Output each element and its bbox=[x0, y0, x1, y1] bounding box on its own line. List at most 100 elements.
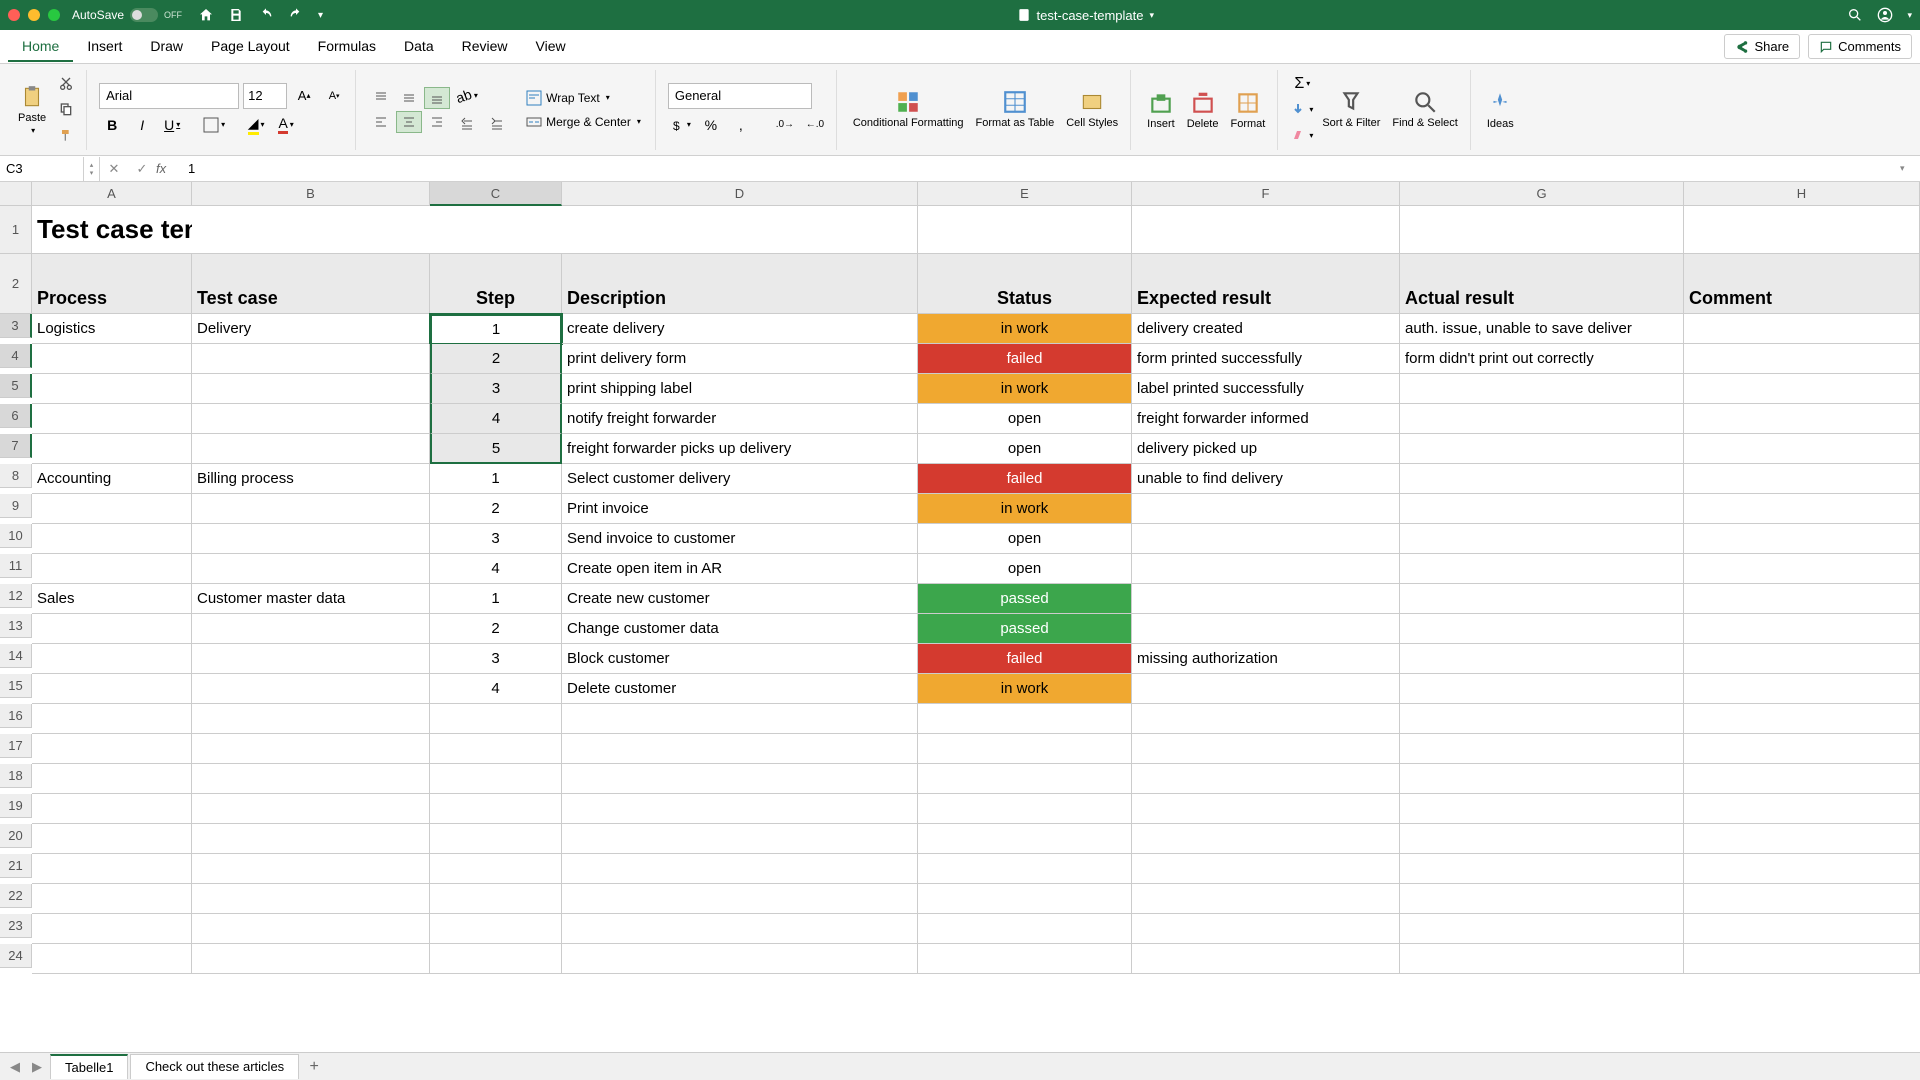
cell[interactable] bbox=[1400, 206, 1684, 254]
cell[interactable]: Delete customer bbox=[562, 674, 918, 704]
cell[interactable]: freight forwarder informed bbox=[1132, 404, 1400, 434]
menu-draw[interactable]: Draw bbox=[136, 32, 197, 62]
cell[interactable] bbox=[1684, 854, 1920, 884]
header-cell[interactable]: Comment bbox=[1684, 254, 1920, 314]
cell[interactable] bbox=[1400, 914, 1684, 944]
cell[interactable] bbox=[1132, 704, 1400, 734]
redo-icon[interactable] bbox=[288, 7, 304, 23]
column-header[interactable]: F bbox=[1132, 182, 1400, 206]
cell[interactable] bbox=[192, 944, 430, 974]
cell[interactable] bbox=[1684, 674, 1920, 704]
cell[interactable] bbox=[562, 824, 918, 854]
cell[interactable]: Logistics bbox=[32, 314, 192, 344]
cell[interactable] bbox=[1400, 374, 1684, 404]
cell[interactable]: failed bbox=[918, 464, 1132, 494]
cell[interactable] bbox=[192, 914, 430, 944]
cell[interactable] bbox=[192, 794, 430, 824]
decrease-decimal-button[interactable]: ←.0 bbox=[802, 113, 828, 137]
cell[interactable]: unable to find delivery bbox=[1132, 464, 1400, 494]
title-dropdown-icon[interactable]: ▾ bbox=[1149, 10, 1154, 21]
name-box-dropdown[interactable]: ▴▾ bbox=[84, 157, 100, 181]
cell[interactable]: 3 bbox=[430, 374, 562, 404]
cell[interactable]: in work bbox=[918, 374, 1132, 404]
row-header[interactable]: 16 bbox=[0, 704, 32, 728]
row-header[interactable]: 20 bbox=[0, 824, 32, 848]
bold-button[interactable]: B bbox=[99, 113, 125, 137]
cell[interactable]: in work bbox=[918, 674, 1132, 704]
cell[interactable]: 2 bbox=[430, 344, 562, 374]
cell[interactable] bbox=[192, 206, 430, 254]
cell[interactable] bbox=[430, 884, 562, 914]
cell[interactable] bbox=[430, 914, 562, 944]
cell[interactable] bbox=[1684, 734, 1920, 764]
cell[interactable] bbox=[1684, 794, 1920, 824]
cell[interactable] bbox=[192, 764, 430, 794]
user-dropdown-icon[interactable]: ▾ bbox=[1907, 10, 1912, 21]
cell[interactable]: 1 bbox=[430, 464, 562, 494]
cell[interactable] bbox=[1132, 734, 1400, 764]
cell[interactable]: Select customer delivery bbox=[562, 464, 918, 494]
cell[interactable] bbox=[1132, 554, 1400, 584]
save-icon[interactable] bbox=[228, 7, 244, 23]
cell[interactable] bbox=[1132, 524, 1400, 554]
cell[interactable] bbox=[1400, 674, 1684, 704]
percent-button[interactable]: % bbox=[698, 113, 724, 137]
cell[interactable] bbox=[562, 944, 918, 974]
font-name-select[interactable] bbox=[99, 83, 239, 109]
cell[interactable]: Send invoice to customer bbox=[562, 524, 918, 554]
cell[interactable]: Accounting bbox=[32, 464, 192, 494]
cell[interactable] bbox=[430, 704, 562, 734]
name-box[interactable]: C3 bbox=[0, 157, 84, 181]
cell[interactable] bbox=[32, 764, 192, 794]
decrease-font-button[interactable]: A▾ bbox=[321, 84, 347, 108]
header-cell[interactable]: Step bbox=[430, 254, 562, 314]
increase-indent-button[interactable] bbox=[484, 112, 510, 136]
autosum-button[interactable]: Σ▾ bbox=[1290, 73, 1314, 95]
cell[interactable] bbox=[32, 404, 192, 434]
cell[interactable] bbox=[1684, 554, 1920, 584]
column-header[interactable]: G bbox=[1400, 182, 1684, 206]
expand-formula-bar-button[interactable]: ▾ bbox=[1900, 163, 1920, 174]
cell[interactable]: freight forwarder picks up delivery bbox=[562, 434, 918, 464]
cell[interactable] bbox=[430, 206, 562, 254]
cell[interactable] bbox=[1132, 206, 1400, 254]
wrap-text-button[interactable]: Wrap Text▾ bbox=[520, 88, 647, 108]
row-header[interactable]: 1 bbox=[0, 206, 32, 254]
menu-view[interactable]: View bbox=[522, 32, 580, 62]
clear-button[interactable]: ▾ bbox=[1290, 125, 1314, 147]
cell[interactable]: 2 bbox=[430, 614, 562, 644]
cell[interactable] bbox=[562, 764, 918, 794]
cell[interactable] bbox=[430, 824, 562, 854]
cell[interactable] bbox=[1684, 374, 1920, 404]
cell[interactable] bbox=[1684, 314, 1920, 344]
cell[interactable] bbox=[32, 434, 192, 464]
cell[interactable] bbox=[192, 524, 430, 554]
cell[interactable] bbox=[562, 884, 918, 914]
cell[interactable]: missing authorization bbox=[1132, 644, 1400, 674]
cut-button[interactable] bbox=[54, 73, 78, 95]
cell[interactable]: 1 bbox=[430, 584, 562, 614]
cell[interactable] bbox=[32, 854, 192, 884]
cell[interactable]: 4 bbox=[430, 554, 562, 584]
header-cell[interactable]: Description bbox=[562, 254, 918, 314]
cell[interactable]: passed bbox=[918, 584, 1132, 614]
fx-button[interactable]: fx bbox=[156, 161, 180, 176]
cell[interactable] bbox=[192, 734, 430, 764]
cell[interactable]: Create open item in AR bbox=[562, 554, 918, 584]
cell[interactable] bbox=[192, 374, 430, 404]
cell[interactable]: create delivery bbox=[562, 314, 918, 344]
align-left-button[interactable] bbox=[368, 111, 394, 133]
cell[interactable] bbox=[192, 404, 430, 434]
cell-styles-button[interactable]: Cell Styles bbox=[1062, 87, 1122, 131]
cell[interactable] bbox=[1684, 644, 1920, 674]
align-middle-button[interactable] bbox=[396, 87, 422, 109]
row-header[interactable]: 23 bbox=[0, 914, 32, 938]
cell[interactable]: open bbox=[918, 404, 1132, 434]
cell[interactable] bbox=[1132, 614, 1400, 644]
underline-button[interactable]: U▾ bbox=[159, 113, 185, 137]
row-header[interactable]: 10 bbox=[0, 524, 32, 548]
cell[interactable] bbox=[1400, 734, 1684, 764]
cell[interactable]: 1 bbox=[430, 314, 562, 344]
cell[interactable] bbox=[918, 206, 1132, 254]
cell[interactable] bbox=[32, 794, 192, 824]
